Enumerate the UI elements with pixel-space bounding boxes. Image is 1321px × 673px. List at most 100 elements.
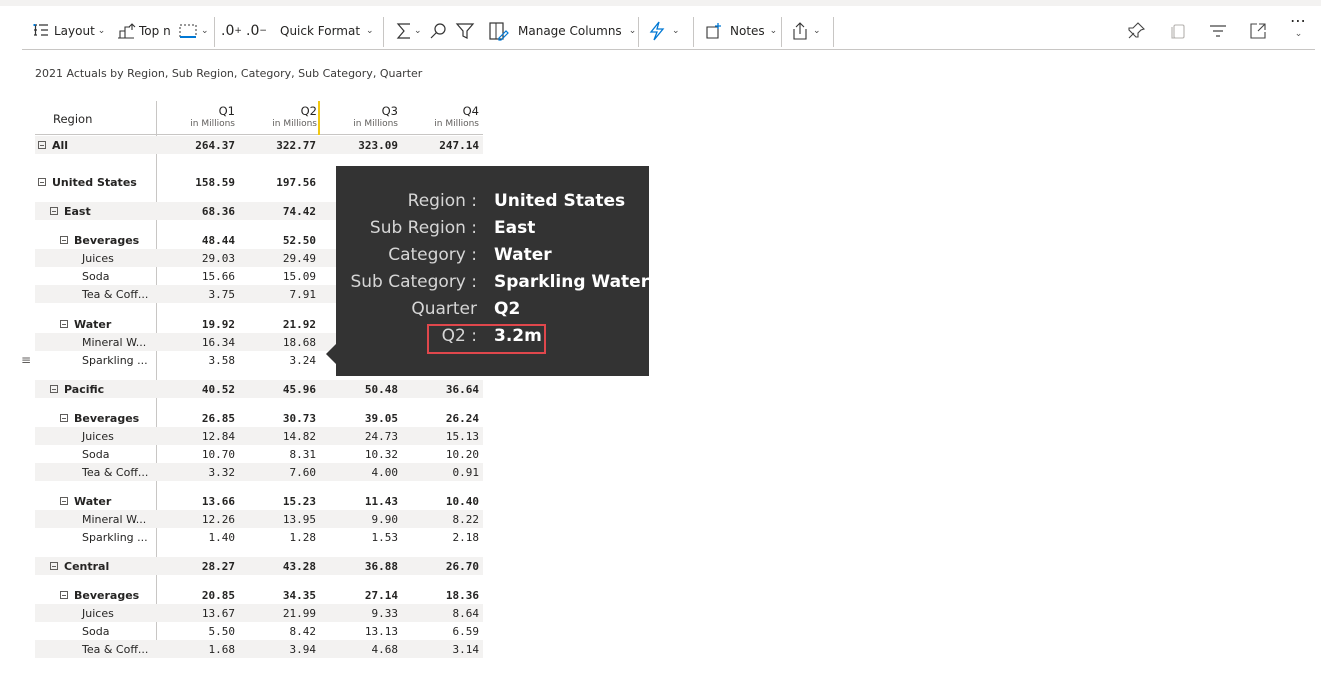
q3-column-header[interactable]: Q3 in Millions bbox=[322, 104, 402, 129]
lightning-button[interactable]: ⌄ bbox=[648, 18, 680, 44]
q3-value-cell[interactable]: 10.32 bbox=[320, 448, 398, 461]
q1-value-cell[interactable]: 3.75 bbox=[157, 288, 236, 301]
filter-button[interactable] bbox=[455, 18, 475, 44]
expand-button[interactable] bbox=[1248, 18, 1268, 44]
q2-value-cell[interactable]: 21.99 bbox=[238, 607, 316, 620]
q4-value-cell[interactable]: 6.59 bbox=[401, 625, 480, 638]
q1-column-header[interactable]: Q1 in Millions bbox=[159, 104, 239, 129]
q2-value-cell[interactable]: 43.28 bbox=[238, 560, 316, 573]
table-row-subcategory[interactable]: Juices 12.84 14.82 24.73 15.13 bbox=[35, 427, 483, 445]
q1-value-cell[interactable]: 16.34 bbox=[157, 336, 235, 349]
table-row-category[interactable]: Beverages 26.85 30.73 39.05 26.24 bbox=[35, 409, 483, 427]
q3-value-cell[interactable]: 27.14 bbox=[320, 589, 398, 602]
q3-value-cell[interactable]: 11.43 bbox=[320, 495, 398, 508]
pin-button[interactable] bbox=[1126, 18, 1146, 44]
q1-value-cell[interactable]: 40.52 bbox=[157, 383, 235, 396]
row-label[interactable]: United States bbox=[38, 176, 137, 189]
row-label[interactable]: Pacific bbox=[50, 383, 104, 396]
collapse-icon[interactable] bbox=[60, 497, 68, 505]
q3-value-cell[interactable]: 9.33 bbox=[320, 607, 399, 620]
q3-value-cell[interactable]: 39.05 bbox=[320, 412, 398, 425]
q2-value-cell[interactable]: 15.23 bbox=[238, 495, 316, 508]
q4-value-cell[interactable]: 2.18 bbox=[401, 531, 480, 544]
collapse-icon[interactable] bbox=[60, 236, 68, 244]
region-column-header[interactable]: Region bbox=[53, 112, 92, 126]
row-label[interactable]: Water bbox=[60, 318, 111, 331]
row-label[interactable]: Central bbox=[50, 560, 109, 573]
q4-value-cell[interactable]: 18.36 bbox=[401, 589, 479, 602]
table-row-subcategory[interactable]: Soda 5.50 8.42 13.13 6.59 bbox=[35, 622, 483, 640]
q4-value-cell[interactable]: 10.40 bbox=[401, 495, 479, 508]
row-label[interactable]: Water bbox=[60, 495, 111, 508]
q4-value-cell[interactable]: 26.24 bbox=[401, 412, 479, 425]
q2-value-cell[interactable]: 45.96 bbox=[238, 383, 316, 396]
collapse-icon[interactable] bbox=[50, 207, 58, 215]
q1-value-cell[interactable]: 15.66 bbox=[157, 270, 235, 283]
q3-value-cell[interactable]: 323.09 bbox=[320, 139, 398, 152]
q2-value-cell[interactable]: 52.50 bbox=[238, 234, 316, 247]
table-row-subcategory[interactable]: Mineral W... 12.26 13.95 9.90 8.22 bbox=[35, 510, 483, 528]
copy-button[interactable] bbox=[1168, 18, 1188, 44]
q1-value-cell[interactable]: 13.67 bbox=[157, 607, 235, 620]
collapse-icon[interactable] bbox=[60, 414, 68, 422]
more-options-button[interactable]: ⋯ ⌄ bbox=[1290, 13, 1307, 48]
collapse-icon[interactable] bbox=[50, 385, 58, 393]
q1-value-cell[interactable]: 12.26 bbox=[157, 513, 235, 526]
q3-value-cell[interactable]: 50.48 bbox=[320, 383, 398, 396]
q3-value-cell[interactable]: 9.90 bbox=[320, 513, 399, 526]
q3-value-cell[interactable]: 24.73 bbox=[320, 430, 398, 443]
table-row-category[interactable]: Water 13.66 15.23 11.43 10.40 bbox=[35, 492, 483, 510]
collapse-icon[interactable] bbox=[60, 320, 68, 328]
q2-value-cell[interactable]: 13.95 bbox=[238, 513, 316, 526]
table-row-subregion[interactable]: Central 28.27 43.28 36.88 26.70 bbox=[35, 557, 483, 575]
q1-value-cell[interactable]: 12.84 bbox=[157, 430, 235, 443]
q1-value-cell[interactable]: 3.32 bbox=[157, 466, 236, 479]
q4-value-cell[interactable]: 10.20 bbox=[401, 448, 479, 461]
q2-value-cell[interactable]: 34.35 bbox=[238, 589, 316, 602]
q1-value-cell[interactable]: 29.03 bbox=[157, 252, 235, 265]
q1-value-cell[interactable]: 158.59 bbox=[157, 176, 235, 189]
q1-value-cell[interactable]: 264.37 bbox=[157, 139, 235, 152]
q4-value-cell[interactable]: 26.70 bbox=[401, 560, 479, 573]
q1-value-cell[interactable]: 68.36 bbox=[157, 205, 235, 218]
q4-column-header[interactable]: Q4 in Millions bbox=[403, 104, 483, 129]
q2-value-cell[interactable]: 7.91 bbox=[238, 288, 317, 301]
manage-columns-button[interactable]: Manage Columns ⌄ bbox=[488, 18, 636, 44]
q1-value-cell[interactable]: 13.66 bbox=[157, 495, 235, 508]
q3-value-cell[interactable]: 1.53 bbox=[320, 531, 399, 544]
filter-lines-button[interactable] bbox=[1208, 18, 1228, 44]
q2-value-cell[interactable]: 18.68 bbox=[238, 336, 316, 349]
q2-value-cell[interactable]: 3.24 bbox=[238, 354, 317, 367]
q4-value-cell[interactable]: 8.22 bbox=[401, 513, 480, 526]
row-label[interactable]: Beverages bbox=[60, 412, 139, 425]
collapse-icon[interactable] bbox=[50, 562, 58, 570]
collapse-icon[interactable] bbox=[60, 591, 68, 599]
q1-value-cell[interactable]: 48.44 bbox=[157, 234, 235, 247]
collapse-icon[interactable] bbox=[38, 141, 46, 149]
q2-value-cell[interactable]: 322.77 bbox=[238, 139, 316, 152]
q1-value-cell[interactable]: 3.58 bbox=[157, 354, 236, 367]
q2-value-cell[interactable]: 197.56 bbox=[238, 176, 316, 189]
q1-value-cell[interactable]: 5.50 bbox=[157, 625, 236, 638]
q1-value-cell[interactable]: 1.40 bbox=[157, 531, 236, 544]
q1-value-cell[interactable]: 1.68 bbox=[157, 643, 236, 656]
decrease-decimal-button[interactable]: .0− bbox=[246, 18, 267, 44]
row-label[interactable]: Beverages bbox=[60, 589, 139, 602]
q2-value-cell[interactable]: 30.73 bbox=[238, 412, 316, 425]
q2-value-cell[interactable]: 3.94 bbox=[238, 643, 317, 656]
q3-value-cell[interactable]: 13.13 bbox=[320, 625, 398, 638]
q4-value-cell[interactable]: 36.64 bbox=[401, 383, 479, 396]
increase-decimal-button[interactable]: .0 + bbox=[221, 18, 242, 44]
table-row-subcategory[interactable]: Sparkling ... 1.40 1.28 1.53 2.18 bbox=[35, 528, 483, 546]
q2-value-cell[interactable]: 74.42 bbox=[238, 205, 316, 218]
table-row-category[interactable]: Beverages 20.85 34.35 27.14 18.36 bbox=[35, 586, 483, 604]
quick-format-dropdown[interactable]: Quick Format ⌄ bbox=[274, 18, 380, 44]
row-label[interactable]: East bbox=[50, 205, 91, 218]
row-label[interactable]: All bbox=[38, 139, 68, 152]
q4-value-cell[interactable]: 8.64 bbox=[401, 607, 480, 620]
table-row-subcategory[interactable]: Tea & Coff... 1.68 3.94 4.68 3.14 bbox=[35, 640, 483, 658]
q1-value-cell[interactable]: 20.85 bbox=[157, 589, 235, 602]
table-row-subcategory[interactable]: Soda 10.70 8.31 10.32 10.20 bbox=[35, 445, 483, 463]
q1-value-cell[interactable]: 26.85 bbox=[157, 412, 235, 425]
q2-value-cell[interactable]: 14.82 bbox=[238, 430, 316, 443]
